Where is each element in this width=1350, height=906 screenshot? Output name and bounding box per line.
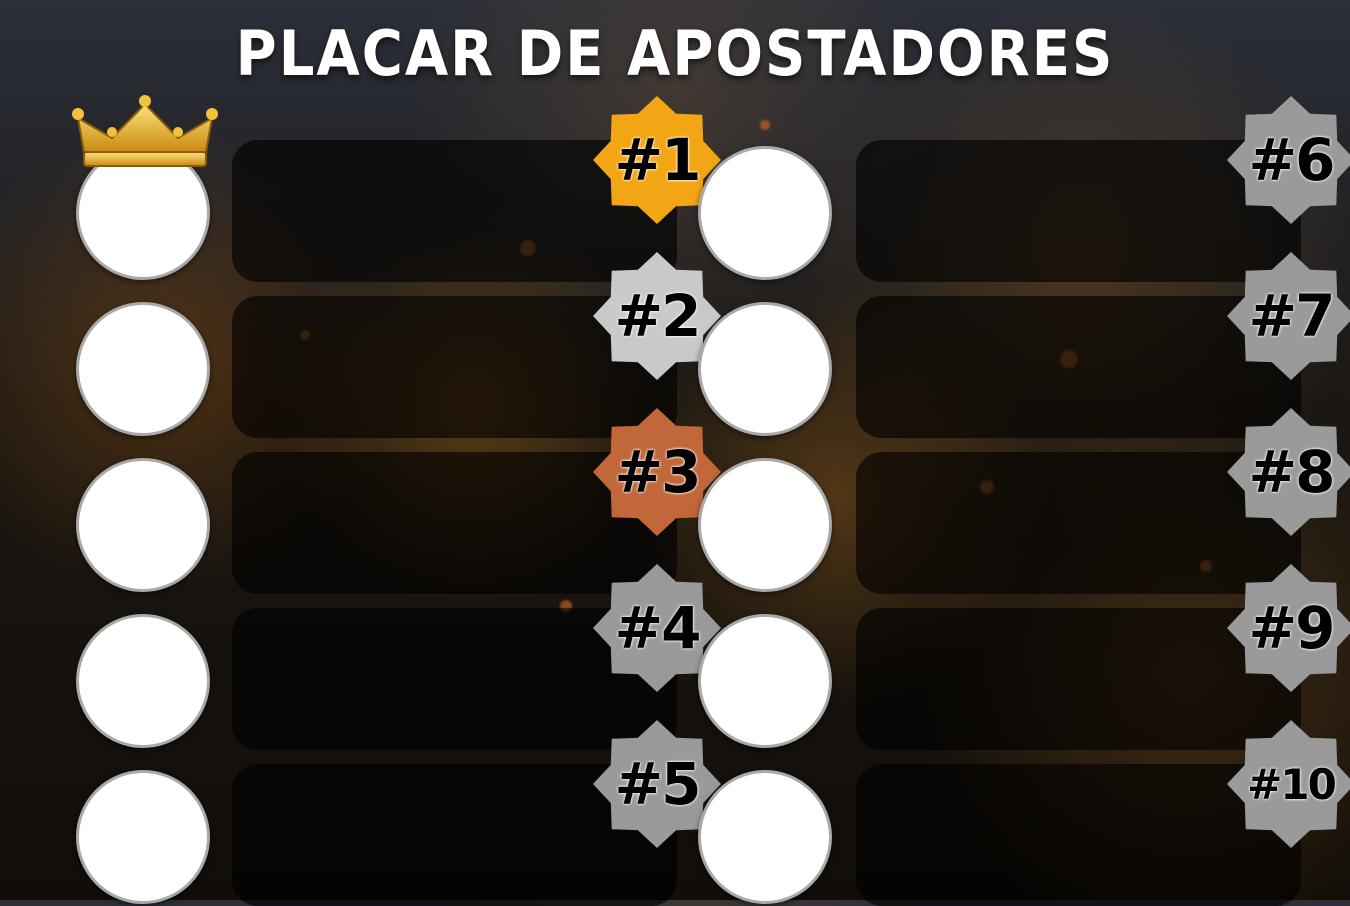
rank-badge: #7 bbox=[1225, 250, 1350, 382]
rank-badge: #10 bbox=[1225, 718, 1350, 850]
player-avatar bbox=[76, 614, 210, 748]
player-avatar bbox=[76, 770, 210, 904]
player-avatar bbox=[698, 146, 832, 280]
rank-label: #8 bbox=[1248, 438, 1336, 506]
crown-icon bbox=[72, 95, 218, 167]
rank-label: #9 bbox=[1248, 594, 1336, 662]
rank-label: #10 bbox=[1247, 759, 1337, 809]
player-avatar bbox=[698, 770, 832, 904]
page-title: PLACAR DE APOSTADORES bbox=[235, 18, 1115, 91]
player-avatar bbox=[76, 302, 210, 436]
rank-badge: #8 bbox=[1225, 406, 1350, 538]
rank-badge: #9 bbox=[1225, 562, 1350, 694]
rank-label: #7 bbox=[1248, 282, 1336, 350]
player-avatar bbox=[698, 614, 832, 748]
player-avatar bbox=[76, 458, 210, 592]
rank-badge: #6 bbox=[1225, 94, 1350, 226]
player-avatar bbox=[698, 458, 832, 592]
rank-label: #6 bbox=[1248, 126, 1336, 194]
player-avatar bbox=[698, 302, 832, 436]
